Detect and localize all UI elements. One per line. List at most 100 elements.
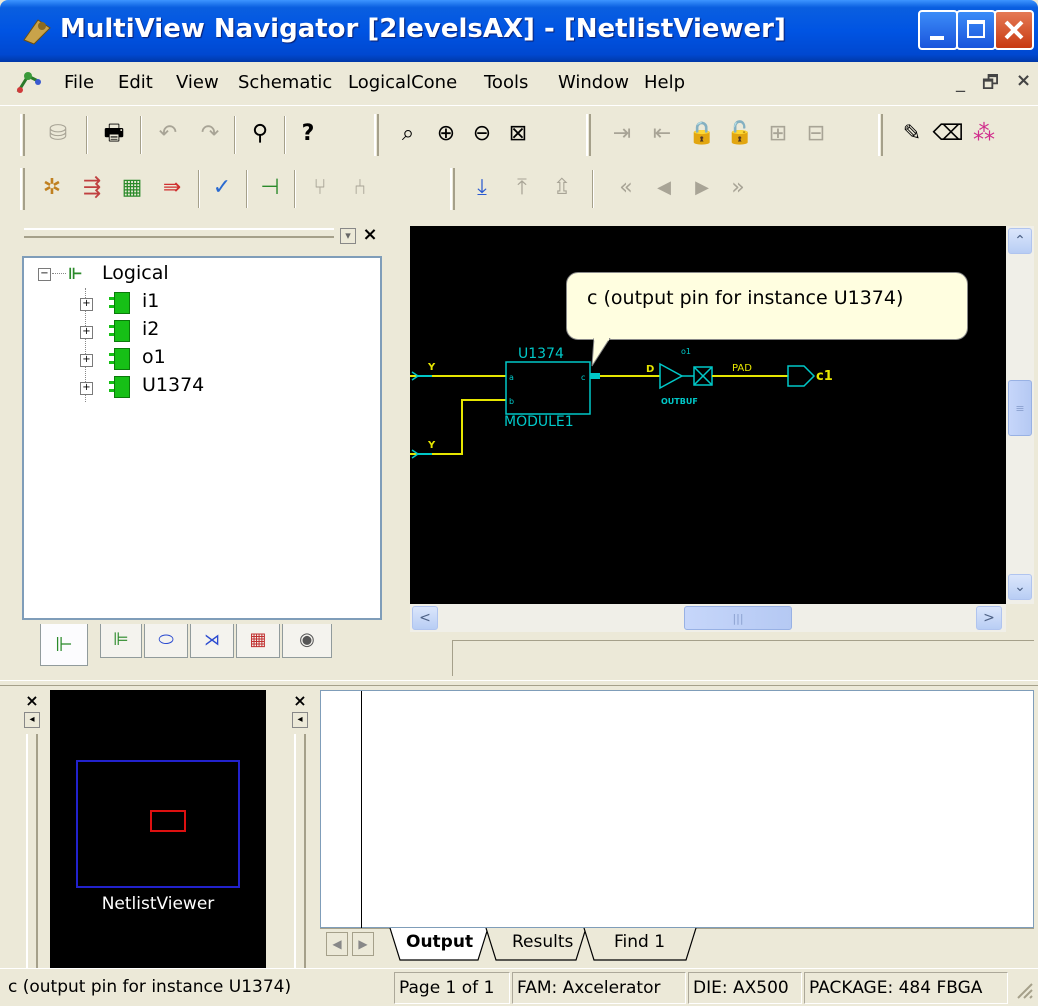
toolbar-grip[interactable] bbox=[374, 114, 379, 156]
branch-icon[interactable]: ⑂ bbox=[304, 172, 336, 204]
lock-icon[interactable]: 🔒 bbox=[686, 118, 718, 150]
net-tab-icon[interactable]: ⋊ bbox=[190, 624, 234, 658]
tab-scroll-right-button[interactable]: ▶ bbox=[352, 932, 374, 956]
tree-item-i1[interactable]: i1 bbox=[142, 290, 159, 314]
maximize-button[interactable] bbox=[956, 10, 996, 50]
instance-icon bbox=[109, 320, 130, 342]
output-close-button[interactable]: × bbox=[292, 693, 308, 710]
cell-tab-icon[interactable]: ⬭ bbox=[144, 624, 188, 658]
toolbar-grip[interactable] bbox=[450, 168, 455, 210]
next-icon[interactable]: ▶ bbox=[686, 172, 718, 204]
chip-tab-icon[interactable]: ▦ bbox=[236, 624, 280, 658]
pop-out-icon[interactable]: ⇤ bbox=[646, 118, 678, 150]
document-icon[interactable] bbox=[14, 68, 44, 98]
output-grip[interactable] bbox=[294, 734, 306, 984]
menu-view[interactable]: View bbox=[176, 72, 219, 93]
resize-grip-icon[interactable] bbox=[1012, 978, 1034, 1002]
birdseye-close-button[interactable]: × bbox=[24, 693, 40, 710]
buffer-symbol[interactable] bbox=[659, 362, 684, 390]
push-in-icon[interactable]: ⇥ bbox=[606, 118, 638, 150]
menu-logicalcone[interactable]: LogicalCone bbox=[348, 72, 457, 93]
pencil-icon[interactable]: ✎ bbox=[896, 118, 928, 150]
output-collapse-button[interactable]: ◂ bbox=[292, 712, 308, 728]
module-symbol[interactable] bbox=[505, 361, 591, 415]
logical-tab-icon[interactable]: ⊩ bbox=[40, 624, 88, 666]
redo-icon[interactable]: ↷ bbox=[194, 118, 226, 150]
hierarchy-icon[interactable]: ⊣ bbox=[254, 172, 286, 204]
zoom-icon[interactable]: ⌕ bbox=[392, 118, 424, 150]
unlock-icon[interactable]: 🔓 bbox=[724, 118, 756, 150]
tree-item-o1[interactable]: o1 bbox=[142, 346, 166, 370]
mdi-minimize-button[interactable]: _ bbox=[956, 72, 965, 93]
output-window[interactable] bbox=[320, 690, 1034, 929]
scroll-left-button[interactable]: < bbox=[412, 606, 438, 630]
tab-scroll-left-button[interactable]: ◀ bbox=[326, 932, 348, 956]
zoom-fit-icon[interactable]: ⊠ bbox=[502, 118, 534, 150]
import-icon[interactable]: ⤓ bbox=[466, 172, 498, 204]
vscroll-thumb[interactable]: ≡ bbox=[1008, 380, 1032, 436]
database-icon[interactable]: ⛁ bbox=[42, 118, 74, 150]
net-y2-label: Y bbox=[427, 440, 436, 451]
scroll-down-button[interactable]: ⌄ bbox=[1008, 574, 1032, 600]
print-icon[interactable]: 🖶 bbox=[98, 118, 130, 150]
menu-tools[interactable]: Tools bbox=[484, 72, 528, 93]
menu-edit[interactable]: Edit bbox=[118, 72, 153, 93]
zoom-in-icon[interactable]: ⊕ bbox=[430, 118, 462, 150]
toolbar-grip[interactable] bbox=[586, 114, 591, 156]
last-icon[interactable]: » bbox=[722, 172, 754, 204]
birdseye-collapse-button[interactable]: ◂ bbox=[24, 712, 40, 728]
eraser-icon[interactable]: ⌫ bbox=[932, 118, 964, 150]
tab-find-1[interactable]: Find 1 bbox=[614, 932, 665, 952]
expand-icon[interactable]: ⊞ bbox=[762, 118, 794, 150]
birdseye-view[interactable]: NetlistViewer bbox=[50, 690, 266, 986]
viewport-rect[interactable] bbox=[150, 810, 186, 832]
dock-collapse-button[interactable]: ▾ bbox=[340, 228, 356, 244]
toolbar-grip[interactable] bbox=[878, 114, 883, 156]
pin-c-highlight[interactable] bbox=[590, 373, 600, 379]
collapse-icon[interactable]: ⊟ bbox=[800, 118, 832, 150]
tab-output[interactable]: Output bbox=[406, 932, 473, 952]
design-tree[interactable]: − ⊩ Logical + i1 + i2 + o1 + U1374 bbox=[22, 256, 382, 620]
horizontal-splitter[interactable] bbox=[0, 680, 1038, 686]
toolbar-grip[interactable] bbox=[20, 168, 25, 210]
menu-schematic[interactable]: Schematic bbox=[238, 72, 332, 93]
color-icon[interactable]: ⁂ bbox=[968, 118, 1000, 150]
scroll-right-button[interactable]: > bbox=[976, 606, 1002, 630]
find-icon[interactable]: ⚲ bbox=[244, 118, 276, 150]
schematic-icon[interactable]: ▦ bbox=[116, 172, 148, 204]
menu-window[interactable]: Window bbox=[558, 72, 629, 93]
first-icon[interactable]: « bbox=[610, 172, 642, 204]
help-icon[interactable]: ? bbox=[292, 118, 324, 150]
tree-item-i2[interactable]: i2 bbox=[142, 318, 159, 342]
cone-icon[interactable]: ✲ bbox=[36, 172, 68, 204]
birdseye-grip[interactable] bbox=[26, 734, 38, 984]
menu-help[interactable]: Help bbox=[644, 72, 685, 93]
zoom-out-icon[interactable]: ⊖ bbox=[466, 118, 498, 150]
select-icon[interactable]: ✓ bbox=[206, 172, 238, 204]
mdi-restore-button[interactable]: 🗗 bbox=[982, 70, 999, 100]
hscroll-thumb[interactable]: ||| bbox=[684, 606, 792, 630]
dock-grip[interactable] bbox=[24, 228, 334, 238]
tree-item-u1374[interactable]: U1374 bbox=[142, 374, 204, 398]
tab-results[interactable]: Results bbox=[512, 932, 573, 952]
scroll-up-button[interactable]: ⌃ bbox=[1008, 228, 1032, 254]
prev-icon[interactable]: ◀ bbox=[648, 172, 680, 204]
trace-icon[interactable]: ⇛ bbox=[156, 172, 188, 204]
toolbar-grip[interactable] bbox=[20, 114, 25, 156]
eye-tab-icon[interactable]: ◉ bbox=[282, 624, 332, 658]
mdi-close-button[interactable]: × bbox=[1016, 70, 1031, 91]
export-all-icon[interactable]: ⇫ bbox=[546, 172, 578, 204]
export-icon[interactable]: ⤒ bbox=[506, 172, 538, 204]
output-port-symbol[interactable] bbox=[787, 365, 816, 387]
netlist-icon[interactable]: ⇶ bbox=[76, 172, 108, 204]
menu-file[interactable]: File bbox=[64, 72, 94, 93]
dock-close-button[interactable]: × bbox=[360, 226, 380, 246]
pin-a-label: a bbox=[509, 373, 514, 382]
physical-tab-icon[interactable]: ⊫ bbox=[100, 624, 142, 658]
undo-icon[interactable]: ↶ bbox=[152, 118, 184, 150]
status-family: FAM: Axcelerator bbox=[512, 972, 686, 1004]
close-button[interactable] bbox=[994, 10, 1034, 50]
tree-root[interactable]: ⊩ Logical bbox=[68, 262, 169, 286]
merge-icon[interactable]: ⑃ bbox=[344, 172, 376, 204]
minimize-button[interactable] bbox=[918, 10, 958, 50]
